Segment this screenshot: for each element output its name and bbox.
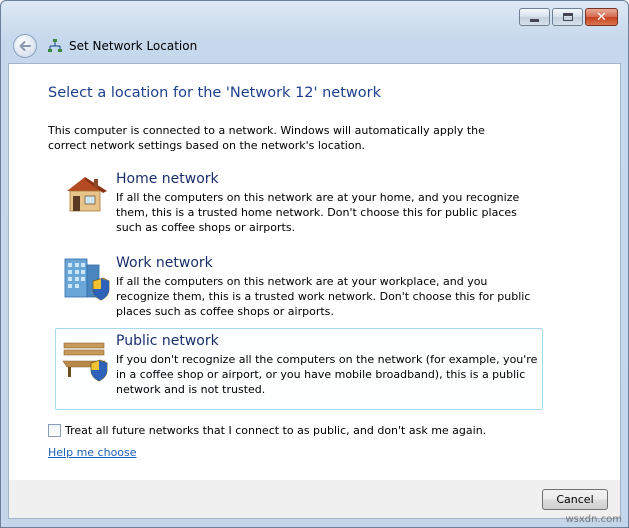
treat-as-public-checkbox-row[interactable]: Treat all future networks that I connect…: [48, 424, 486, 437]
cancel-button[interactable]: Cancel: [542, 489, 608, 510]
network-icon: [48, 39, 62, 52]
minimize-button[interactable]: [519, 8, 550, 26]
option-description: If all the computers on this network are…: [116, 275, 531, 318]
caption-buttons: ✕: [519, 8, 618, 26]
help-me-choose-link[interactable]: Help me choose: [48, 446, 137, 459]
option-public-network[interactable]: Public network If you don't recognize al…: [55, 328, 543, 410]
park-bench-shield-icon: [62, 342, 108, 382]
maximize-button[interactable]: [552, 8, 583, 26]
option-home-network[interactable]: Home network If all the computers on thi…: [55, 166, 543, 246]
option-title: Home network: [116, 171, 219, 187]
dialog-footer: Cancel: [9, 480, 620, 518]
option-title: Public network: [116, 333, 219, 349]
checkbox-label: Treat all future networks that I connect…: [65, 424, 487, 437]
option-description: If you don't recognize all the computers…: [116, 353, 538, 396]
page-heading: Select a location for the 'Network 12' n…: [48, 85, 381, 101]
minimize-icon: [530, 18, 539, 22]
window-title: Set Network Location: [69, 39, 198, 53]
back-arrow-icon: [19, 41, 31, 51]
dialog-window: ✕ Set Network Location Select a location…: [0, 0, 629, 528]
office-building-shield-icon: [64, 258, 110, 301]
close-icon: ✕: [596, 9, 607, 25]
option-work-network[interactable]: Work network If all the computers on thi…: [55, 250, 543, 330]
watermark: wsxdn.com: [565, 514, 622, 525]
intro-text: This computer is connected to a network.…: [48, 124, 485, 152]
house-icon: [67, 177, 107, 212]
maximize-icon: [562, 13, 573, 21]
option-description: If all the computers on this network are…: [116, 191, 520, 234]
treat-as-public-checkbox[interactable]: [48, 424, 61, 437]
option-title: Work network: [116, 255, 213, 271]
dialog-content: Select a location for the 'Network 12' n…: [8, 63, 621, 519]
back-button[interactable]: [13, 34, 37, 58]
close-button[interactable]: ✕: [585, 8, 618, 26]
